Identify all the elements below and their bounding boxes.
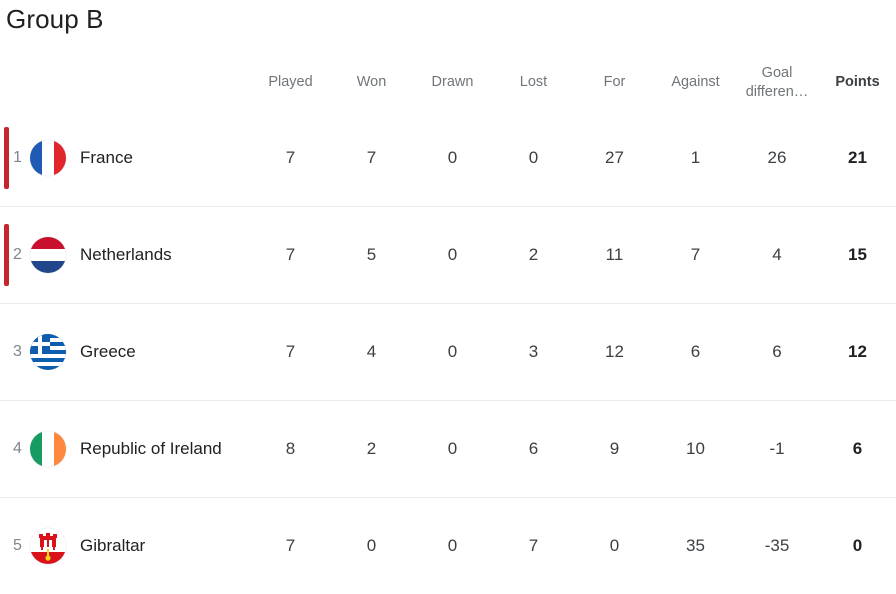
column-header-points-label: Points xyxy=(818,73,896,92)
cell-drawn: 0 xyxy=(412,304,493,401)
cell-won: 7 xyxy=(331,110,412,207)
cell-drawn: 0 xyxy=(412,207,493,304)
table-row[interactable]: 2 Netherlands 7 5 0 2 11 7 4 15 xyxy=(0,207,896,304)
cell-points: 12 xyxy=(818,304,896,401)
cell-played: 7 xyxy=(250,304,331,401)
cell-lost: 0 xyxy=(493,110,574,207)
standings-page: Group B Played Won Drawn Lost xyxy=(0,0,896,577)
cell-points: 21 xyxy=(818,110,896,207)
column-header-goal-difference-line1: Goal xyxy=(736,64,818,83)
header-row: Played Won Drawn Lost For Against xyxy=(0,55,896,110)
cell-for: 12 xyxy=(574,304,655,401)
table-body: 1 France 7 7 0 0 27 1 26 21 xyxy=(0,110,896,594)
column-header-for-label: For xyxy=(574,73,655,92)
cell-lost: 2 xyxy=(493,207,574,304)
page-title: Group B xyxy=(6,2,104,36)
team-cell[interactable]: 3 xyxy=(0,304,250,401)
flag-gibraltar-icon xyxy=(30,528,66,564)
cell-against: 10 xyxy=(655,401,736,498)
cell-against: 1 xyxy=(655,110,736,207)
cell-for: 9 xyxy=(574,401,655,498)
cell-points: 6 xyxy=(818,401,896,498)
cell-won: 4 xyxy=(331,304,412,401)
team-name: Greece xyxy=(80,342,136,362)
cell-goal-difference: -35 xyxy=(736,498,818,594)
cell-lost: 3 xyxy=(493,304,574,401)
cell-points: 15 xyxy=(818,207,896,304)
cell-won: 0 xyxy=(331,498,412,594)
column-header-drawn[interactable]: Drawn xyxy=(412,55,493,110)
column-header-drawn-label: Drawn xyxy=(412,73,493,92)
cell-won: 5 xyxy=(331,207,412,304)
cell-lost: 7 xyxy=(493,498,574,594)
column-header-against-label: Against xyxy=(655,73,736,92)
column-header-against[interactable]: Against xyxy=(655,55,736,110)
cell-points: 0 xyxy=(818,498,896,594)
cell-goal-difference: -1 xyxy=(736,401,818,498)
cell-for: 27 xyxy=(574,110,655,207)
cell-against: 7 xyxy=(655,207,736,304)
qualification-marker xyxy=(4,127,9,189)
cell-lost: 6 xyxy=(493,401,574,498)
cell-played: 7 xyxy=(250,207,331,304)
team-name: Gibraltar xyxy=(80,536,145,556)
rank-label: 5 xyxy=(0,537,30,555)
table-row[interactable]: 3 xyxy=(0,304,896,401)
table-row[interactable]: 5 xyxy=(0,498,896,594)
team-cell[interactable]: 4 Republic of Ireland xyxy=(0,401,250,498)
team-name: Netherlands xyxy=(80,245,172,265)
team-cell[interactable]: 5 xyxy=(0,498,250,594)
column-header-goal-difference-line2: differen… xyxy=(736,83,818,102)
flag-greece-icon xyxy=(30,334,66,370)
flag-france-icon xyxy=(30,140,66,176)
cell-played: 8 xyxy=(250,401,331,498)
qualification-marker xyxy=(4,224,9,286)
flag-ireland-icon xyxy=(30,431,66,467)
column-header-lost-label: Lost xyxy=(493,73,574,92)
rank-label: 4 xyxy=(0,440,30,458)
table-row[interactable]: 1 France 7 7 0 0 27 1 26 21 xyxy=(0,110,896,207)
team-cell[interactable]: 1 France xyxy=(0,110,250,207)
cell-goal-difference: 6 xyxy=(736,304,818,401)
cell-drawn: 0 xyxy=(412,401,493,498)
cell-played: 7 xyxy=(250,498,331,594)
table-row[interactable]: 4 Republic of Ireland 8 2 0 6 9 10 -1 6 xyxy=(0,401,896,498)
table-header: Played Won Drawn Lost For Against xyxy=(0,55,896,110)
cell-played: 7 xyxy=(250,110,331,207)
column-header-played-label: Played xyxy=(250,73,331,92)
flag-netherlands-icon xyxy=(30,237,66,273)
cell-drawn: 0 xyxy=(412,498,493,594)
column-header-points[interactable]: Points xyxy=(818,55,896,110)
column-header-played[interactable]: Played xyxy=(250,55,331,110)
cell-for: 11 xyxy=(574,207,655,304)
column-header-lost[interactable]: Lost xyxy=(493,55,574,110)
cell-won: 2 xyxy=(331,401,412,498)
cell-for: 0 xyxy=(574,498,655,594)
cell-goal-difference: 26 xyxy=(736,110,818,207)
cell-goal-difference: 4 xyxy=(736,207,818,304)
standings-table: Played Won Drawn Lost For Against xyxy=(0,55,896,594)
cell-against: 6 xyxy=(655,304,736,401)
column-header-for[interactable]: For xyxy=(574,55,655,110)
team-name: France xyxy=(80,148,133,168)
column-header-goal-difference-label: Goal differen… xyxy=(736,64,818,102)
team-name: Republic of Ireland xyxy=(80,439,222,459)
cell-drawn: 0 xyxy=(412,110,493,207)
column-header-won-label: Won xyxy=(331,73,412,92)
column-header-goal-difference[interactable]: Goal differen… xyxy=(736,55,818,110)
rank-label: 3 xyxy=(0,343,30,361)
column-header-team xyxy=(0,55,250,110)
cell-against: 35 xyxy=(655,498,736,594)
team-cell[interactable]: 2 Netherlands xyxy=(0,207,250,304)
column-header-won[interactable]: Won xyxy=(331,55,412,110)
